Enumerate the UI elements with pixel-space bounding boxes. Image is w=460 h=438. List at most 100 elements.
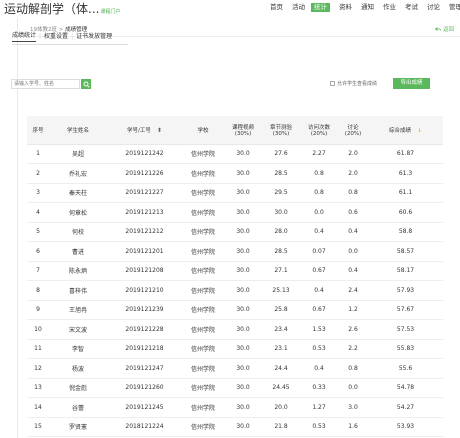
table-row: 10 宋文波 2019121228 信州学院 30.0 23.4 1.53 2.6 57.53 bbox=[27, 319, 443, 340]
tabs-divider bbox=[12, 44, 128, 45]
nav-statistics[interactable]: 统计 bbox=[311, 3, 330, 12]
column-video-weight: (30%) bbox=[234, 130, 252, 137]
cell-chapter: 24.4 bbox=[262, 358, 300, 379]
cell-id: 2018121224 bbox=[107, 417, 182, 437]
column-id[interactable]: 学号/工号 ⬍ bbox=[107, 116, 182, 145]
sort-desc-icon[interactable]: ↓ bbox=[417, 127, 422, 134]
cell-name: 吴超 bbox=[49, 144, 107, 164]
nav-discussion[interactable]: 讨论 bbox=[427, 3, 440, 12]
table-row: 4 何章松 2019121213 信州学院 30.0 30.0 0.0 0.6 60.6 bbox=[27, 202, 443, 223]
score-table-body: 1 吴超 2019121242 信州学院 30.0 27.6 2.27 2.0 61.87 2 乔礼… bbox=[27, 144, 443, 438]
cell-video: 30.0 bbox=[224, 241, 262, 262]
cell-total: 58.57 bbox=[368, 241, 443, 262]
cell-school: 信州学院 bbox=[182, 397, 224, 418]
cell-discussion: 0.0 bbox=[338, 241, 368, 262]
cell-chapter: 28.5 bbox=[262, 241, 300, 262]
cell-id: 2019121218 bbox=[107, 339, 182, 359]
column-chapter-weight: (30%) bbox=[272, 130, 290, 137]
cell-total: 61.3 bbox=[368, 163, 443, 184]
cell-name: 喜梓伟 bbox=[49, 280, 107, 301]
cell-chapter: 20.0 bbox=[262, 397, 300, 418]
export-scores-button[interactable]: 导出成绩 bbox=[393, 78, 430, 89]
course-portal-link[interactable]: 课程门户 bbox=[100, 9, 120, 15]
cell-video: 30.0 bbox=[224, 319, 262, 340]
cell-index: 15 bbox=[27, 417, 49, 437]
column-discussion: 讨论 (20%) bbox=[338, 116, 368, 145]
cell-video: 30.0 bbox=[224, 280, 262, 301]
cell-school: 信州学院 bbox=[182, 378, 224, 398]
cell-chapter: 28.0 bbox=[262, 222, 300, 242]
cell-chapter: 23.1 bbox=[262, 339, 300, 359]
cell-name: 谷蕾 bbox=[49, 397, 107, 418]
top-header: 运动解剖学（体...课程门户 首页 活动 统计 资料 通知 作业 考试 讨论 管… bbox=[0, 0, 460, 16]
cell-visits: 0.53 bbox=[300, 339, 338, 359]
nav-exams[interactable]: 考试 bbox=[405, 3, 418, 12]
table-row: 2 乔礼宏 2019121226 信州学院 30.0 28.5 0.8 2.0 61.3 bbox=[27, 163, 443, 184]
allow-view-toggle[interactable]: 允许学生查看成绩 bbox=[330, 80, 377, 87]
cell-id: 2019121227 bbox=[107, 183, 182, 203]
cell-id: 2019121210 bbox=[107, 280, 182, 301]
nav-management[interactable]: 管理 bbox=[449, 3, 460, 12]
table-row: 1 吴超 2019121242 信州学院 30.0 27.6 2.27 2.0 61.87 bbox=[27, 144, 443, 164]
cell-discussion: 0.4 bbox=[338, 261, 368, 281]
cell-total: 54.27 bbox=[368, 397, 443, 418]
cell-video: 30.0 bbox=[224, 397, 262, 418]
column-total[interactable]: 综合成绩 ↓ bbox=[368, 116, 443, 145]
cell-video: 30.0 bbox=[224, 358, 262, 379]
back-button[interactable]: 返回 bbox=[435, 25, 454, 33]
cell-video: 30.0 bbox=[224, 417, 262, 437]
cell-school: 信州学院 bbox=[182, 339, 224, 359]
cell-index: 8 bbox=[27, 280, 49, 301]
search-input[interactable] bbox=[11, 79, 80, 89]
cell-name: 曹进 bbox=[49, 241, 107, 262]
tab-score-stats[interactable]: 成绩统计 bbox=[12, 30, 37, 42]
column-school: 学校 bbox=[182, 116, 224, 145]
cell-id: 2019121226 bbox=[107, 163, 182, 184]
column-index: 序号 bbox=[27, 116, 49, 145]
nav-homework[interactable]: 作业 bbox=[383, 3, 396, 12]
cell-chapter: 28.5 bbox=[262, 163, 300, 184]
cell-visits: 0.67 bbox=[300, 261, 338, 281]
cell-name: 王旭冉 bbox=[49, 300, 107, 320]
cell-discussion: 0.6 bbox=[338, 202, 368, 223]
tab-weight-settings[interactable]: 权重设置 bbox=[44, 31, 68, 42]
allow-view-checkbox[interactable] bbox=[330, 81, 335, 86]
cell-chapter: 24.45 bbox=[262, 378, 300, 398]
nav-home[interactable]: 首页 bbox=[270, 3, 283, 12]
cell-school: 信州学院 bbox=[182, 280, 224, 301]
back-label: 返回 bbox=[442, 27, 454, 33]
column-visits-weight: (20%) bbox=[310, 130, 328, 137]
cell-discussion: 0.0 bbox=[338, 378, 368, 398]
nav-activities[interactable]: 活动 bbox=[292, 3, 305, 12]
column-chapter: 章节测验 (30%) bbox=[262, 116, 300, 145]
cell-discussion: 2.0 bbox=[338, 144, 368, 164]
cell-video: 30.0 bbox=[224, 300, 262, 320]
cell-school: 信州学院 bbox=[182, 183, 224, 203]
cell-school: 信州学院 bbox=[182, 144, 224, 164]
cell-id: 2019121239 bbox=[107, 300, 182, 320]
cell-video: 30.0 bbox=[224, 261, 262, 281]
cell-id: 2019121213 bbox=[107, 202, 182, 223]
cell-index: 1 bbox=[27, 144, 49, 164]
sort-icon[interactable]: ⬍ bbox=[157, 127, 162, 134]
cell-name: 何章松 bbox=[49, 202, 107, 223]
cell-discussion: 0.8 bbox=[338, 358, 368, 379]
tab-certificate-management[interactable]: 证书发放管理 bbox=[76, 31, 112, 42]
cell-index: 11 bbox=[27, 339, 49, 359]
cell-id: 2019121260 bbox=[107, 378, 182, 398]
search-button[interactable] bbox=[81, 79, 91, 89]
cell-chapter: 27.1 bbox=[262, 261, 300, 281]
cell-id: 2019121201 bbox=[107, 241, 182, 262]
cell-visits: 0.33 bbox=[300, 378, 338, 398]
cell-visits: 1.53 bbox=[300, 319, 338, 340]
cell-name: 李智 bbox=[49, 339, 107, 359]
cell-name: 陈永炳 bbox=[49, 261, 107, 281]
cell-discussion: 2.2 bbox=[338, 339, 368, 359]
nav-materials[interactable]: 资料 bbox=[339, 3, 352, 12]
cell-visits: 0.0 bbox=[300, 202, 338, 223]
cell-index: 9 bbox=[27, 300, 49, 320]
nav-notices[interactable]: 通知 bbox=[361, 3, 374, 12]
cell-school: 信州学院 bbox=[182, 417, 224, 437]
cell-school: 信州学院 bbox=[182, 261, 224, 281]
cell-visits: 0.67 bbox=[300, 300, 338, 320]
